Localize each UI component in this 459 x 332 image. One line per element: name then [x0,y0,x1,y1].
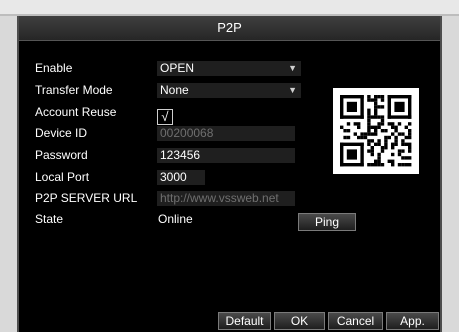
apply-button[interactable]: App. [386,312,439,330]
p2p-server-url-label: P2P SERVER URL [35,191,138,205]
device-id-field[interactable]: 00200068 [157,126,295,141]
account-reuse-label: Account Reuse [35,105,117,119]
ok-button[interactable]: OK [274,312,325,330]
state-label: State [35,212,64,226]
local-port-field[interactable]: 3000 [157,170,205,185]
transfer-mode-select[interactable]: None ▼ [157,83,301,98]
dialog-title: P2P [19,16,440,41]
p2p-dialog: P2P Enable OPEN ▼ Transfer Mode None ▼ A… [17,16,442,332]
chevron-down-icon: ▼ [288,63,297,73]
device-id-label: Device ID [35,126,88,140]
default-button[interactable]: Default [218,312,271,330]
enable-label: Enable [35,61,73,75]
p2p-server-url-field[interactable]: http://www.vssweb.net [157,191,295,206]
enable-value: OPEN [160,61,195,75]
transfer-mode-value: None [160,83,189,97]
password-label: Password [35,148,88,162]
state-value: Online [158,212,193,226]
local-port-label: Local Port [35,170,90,184]
qr-code-icon [333,88,419,174]
ping-button[interactable]: Ping [298,213,356,231]
enable-select[interactable]: OPEN ▼ [157,61,301,76]
chevron-down-icon: ▼ [288,85,297,95]
top-strip [0,0,459,14]
password-field[interactable]: 123456 [157,148,295,163]
account-reuse-checkbox[interactable]: √ [157,109,173,125]
transfer-mode-label: Transfer Mode [35,83,113,97]
cancel-button[interactable]: Cancel [328,312,383,330]
